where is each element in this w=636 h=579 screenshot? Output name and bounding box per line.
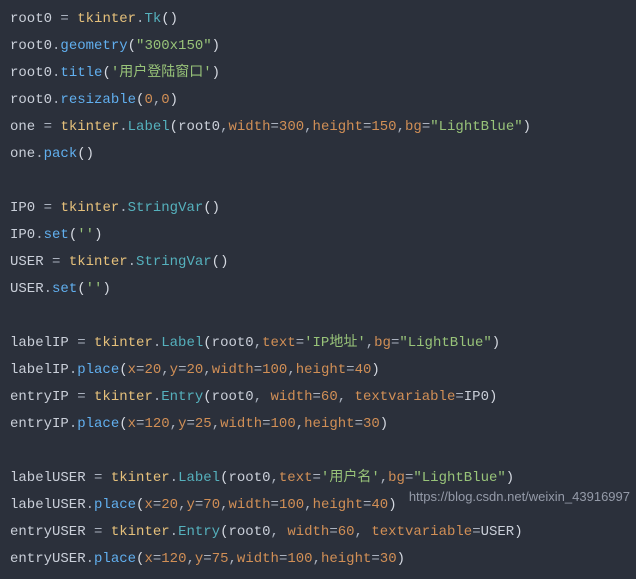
code-line: root0.geometry("300x150") (10, 38, 220, 54)
code-block: root0 = tkinter.Tk() root0.geometry("300… (0, 0, 636, 579)
code-line: USER = tkinter.StringVar() (10, 254, 228, 270)
code-line: labelIP = tkinter.Label(root0,text='IP地址… (10, 335, 500, 351)
code-line: entryUSER.place(x=120,y=75,width=100,hei… (10, 551, 405, 567)
code-line: entryIP.place(x=120,y=25,width=100,heigh… (10, 416, 388, 432)
code-line: IP0.set('') (10, 227, 102, 243)
code-line: labelUSER.place(x=20,y=70,width=100,heig… (10, 497, 397, 513)
code-line: labelIP.place(x=20,y=20,width=100,height… (10, 362, 380, 378)
code-line: labelUSER = tkinter.Label(root0,text='用户… (10, 470, 514, 486)
code-line: root0.title('用户登陆窗口') (10, 65, 220, 81)
code-line: IP0 = tkinter.StringVar() (10, 200, 220, 216)
code-line: USER.set('') (10, 281, 111, 297)
code-line: one.pack() (10, 146, 94, 162)
code-line: one = tkinter.Label(root0,width=300,heig… (10, 119, 531, 135)
code-line: root0.resizable(0,0) (10, 92, 178, 108)
code-line: root0 = tkinter.Tk() (10, 11, 178, 27)
code-line: entryUSER = tkinter.Entry(root0, width=6… (10, 524, 523, 540)
code-line: entryIP = tkinter.Entry(root0, width=60,… (10, 389, 497, 405)
